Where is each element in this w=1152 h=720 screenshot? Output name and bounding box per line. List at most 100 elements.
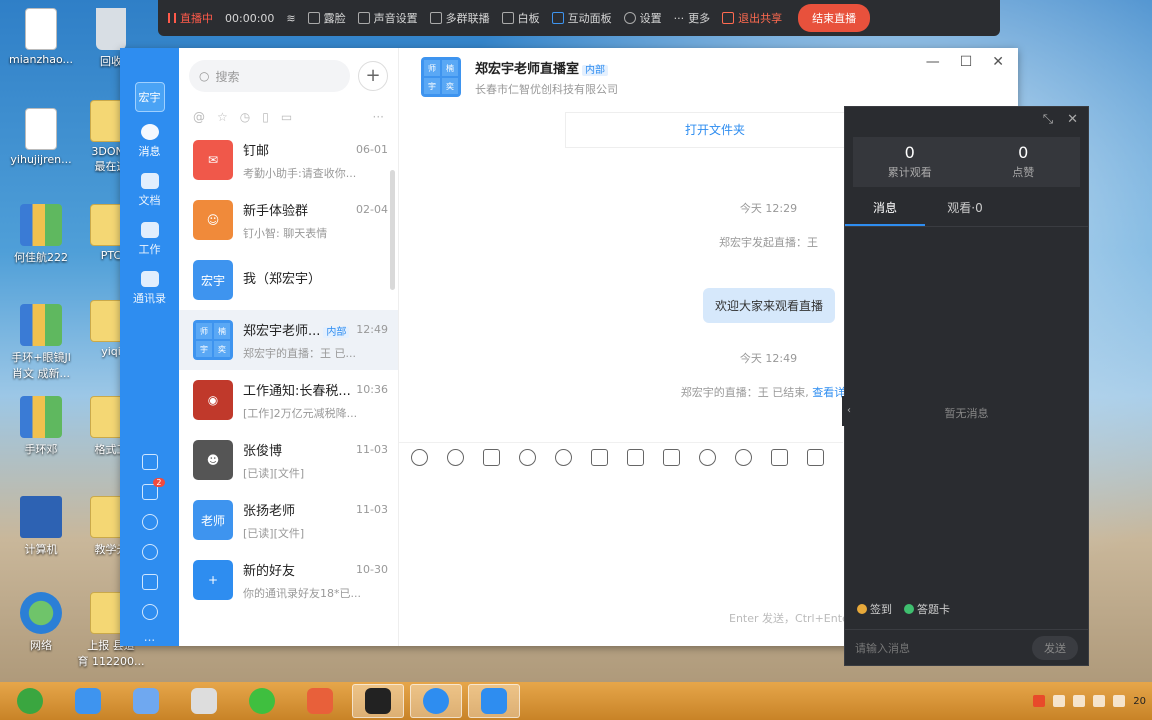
exit-share-button[interactable]: 退出共享: [722, 10, 782, 26]
scissors-icon[interactable]: [519, 449, 536, 466]
filters-more[interactable]: ···: [373, 110, 384, 124]
toolbar-more[interactable]: ··· 更多: [674, 10, 711, 26]
add-button[interactable]: +: [358, 61, 388, 91]
phone-icon[interactable]: [141, 544, 158, 560]
multi-group-label: 多群联播: [445, 12, 490, 25]
conversation-item[interactable]: ☺ 新手体验群 02-04 钉小智: 聊天表情: [179, 190, 398, 250]
folder-icon: [140, 173, 159, 189]
conversation-item[interactable]: ☻ 张俊博 11-03 [已读][文件]: [179, 430, 398, 490]
quiz-button[interactable]: 答题卡: [904, 601, 950, 617]
phone-icon[interactable]: [735, 449, 752, 466]
nav-sidebar: 宏宇 消息 文档 工作 通讯录 2 ...: [120, 48, 179, 646]
emoji-icon[interactable]: [447, 449, 464, 466]
end-live-button[interactable]: 结束直播: [798, 4, 871, 32]
start-button[interactable]: [4, 684, 56, 718]
calendar-icon[interactable]: [141, 454, 158, 470]
live-timer: 00:00:00: [225, 11, 275, 25]
taskbar-app[interactable]: [468, 684, 520, 718]
bookmark-icon[interactable]: ▯: [262, 110, 269, 124]
conversation-item[interactable]: 宏宇 我（郑宏宇）: [179, 250, 398, 310]
taskbar-app[interactable]: [62, 684, 114, 718]
taskbar-app[interactable]: [236, 684, 288, 718]
toolbar-face[interactable]: 露脸: [307, 10, 346, 26]
folder-plus-icon[interactable]: [591, 449, 608, 466]
panel-collapse-handle[interactable]: ‹: [842, 396, 856, 426]
desktop-icon[interactable]: 手环邓: [4, 396, 78, 457]
panel-input-row: 请输入消息 发送: [845, 629, 1088, 665]
lightning-icon[interactable]: [699, 449, 716, 466]
mail-icon[interactable]: [807, 449, 824, 466]
ding-icon[interactable]: [141, 514, 158, 530]
desktop-icon[interactable]: mianzhao...: [4, 8, 78, 66]
wechat-icon: [249, 688, 275, 714]
at-icon[interactable]: [555, 449, 572, 466]
gif-icon[interactable]: [411, 449, 428, 466]
avatar-char: 宇: [196, 341, 212, 357]
check-icon[interactable]: [663, 449, 680, 466]
todo-icon[interactable]: 2: [141, 478, 165, 500]
desktop-icon[interactable]: 何佳航222: [4, 204, 78, 265]
search-input[interactable]: ○ 搜索: [189, 60, 350, 92]
clock-icon[interactable]: ◷: [240, 110, 250, 124]
panel-message-input[interactable]: 请输入消息: [855, 640, 910, 656]
desktop-icon[interactable]: 手环+眼镜Jl 肖文 成新...: [4, 304, 78, 381]
toolbar-multi-group[interactable]: 多群联播: [429, 10, 490, 26]
taskbar-app[interactable]: [294, 684, 346, 718]
toolbar-interact[interactable]: 互动面板: [551, 10, 612, 26]
calendar-icon[interactable]: [627, 449, 644, 466]
checkin-button[interactable]: 签到: [857, 601, 892, 617]
ime-icon[interactable]: [1033, 695, 1046, 707]
tab-messages[interactable]: 消息: [845, 199, 925, 226]
tab-viewers[interactable]: 观看·0: [925, 199, 1005, 226]
total-views-value: 0: [904, 143, 915, 162]
live-icon[interactable]: [771, 449, 788, 466]
nav-messages[interactable]: 消息: [120, 124, 179, 159]
desktop-icon[interactable]: 计算机: [4, 496, 78, 557]
nav-more[interactable]: ...: [144, 631, 155, 643]
conversation-item[interactable]: 师楠宇奕郑宏宇老师... 内部 12:49 郑宏宇的直播：王 已...: [179, 310, 398, 370]
network-icon[interactable]: [1073, 695, 1086, 707]
shrink-icon[interactable]: ⤡: [1043, 112, 1053, 127]
open-folder-button[interactable]: 打开文件夹: [565, 112, 865, 148]
dingtalk-icon: [423, 688, 449, 714]
volume-icon[interactable]: [1113, 695, 1126, 707]
apps-icon[interactable]: [141, 604, 158, 620]
conversation-item[interactable]: ✉ 钉邮 06-01 考勤小助手:请查收你...: [179, 130, 398, 190]
toolbar-settings[interactable]: 设置: [623, 10, 662, 26]
group-avatar[interactable]: 师 楠 宇 奕: [421, 57, 461, 97]
close-icon[interactable]: ✕: [1067, 112, 1078, 127]
panel-send-button[interactable]: 发送: [1032, 635, 1078, 660]
doc-icon[interactable]: ▭: [281, 110, 292, 124]
desktop-icon-label: mianzhao...: [9, 53, 73, 66]
gear-icon: [623, 12, 636, 24]
maximize-button[interactable]: ☐: [960, 54, 973, 70]
minimize-button[interactable]: —: [926, 54, 940, 70]
message-bubble[interactable]: 欢迎大家来观看直播: [703, 288, 836, 323]
tray-expand-icon[interactable]: [1053, 695, 1066, 707]
star-icon[interactable]: ☆: [217, 110, 228, 124]
chat-title[interactable]: 郑宏宇老师直播室: [475, 62, 579, 77]
at-icon[interactable]: @: [193, 110, 205, 124]
user-avatar[interactable]: 宏宇: [134, 82, 165, 112]
nav-docs[interactable]: 文档: [120, 173, 179, 208]
toolbar-sound[interactable]: 声音设置: [357, 10, 418, 26]
close-button[interactable]: ✕: [992, 54, 1004, 70]
taskbar-app[interactable]: [120, 684, 172, 718]
mail-icon[interactable]: [141, 574, 158, 590]
desktop-icon[interactable]: 网络: [4, 592, 78, 653]
taskbar-app[interactable]: [178, 684, 230, 718]
desktop-icon[interactable]: yihujijren...: [4, 108, 78, 166]
conversation-item[interactable]: 老师 张扬老师 11-03 [已读][文件]: [179, 490, 398, 550]
nav-work[interactable]: 工作: [120, 222, 179, 257]
clock[interactable]: 20: [1133, 696, 1146, 707]
conversation-item[interactable]: + 新的好友 10-30 你的通讯录好友18*已...: [179, 550, 398, 610]
like-icon[interactable]: [483, 449, 500, 466]
list-scrollbar[interactable]: [390, 170, 395, 290]
taskbar-app[interactable]: [410, 684, 462, 718]
nav-contacts[interactable]: 通讯录: [120, 271, 179, 306]
conversation-item[interactable]: ◉ 工作通知:长春税... 10:36 [工作]2万亿元减税降...: [179, 370, 398, 430]
taskbar-app[interactable]: [352, 684, 404, 718]
toolbar-whiteboard[interactable]: 白板: [501, 10, 540, 26]
battery-icon[interactable]: [1093, 695, 1106, 707]
conversation-preview: 你的通讯录好友18*已...: [243, 586, 361, 600]
